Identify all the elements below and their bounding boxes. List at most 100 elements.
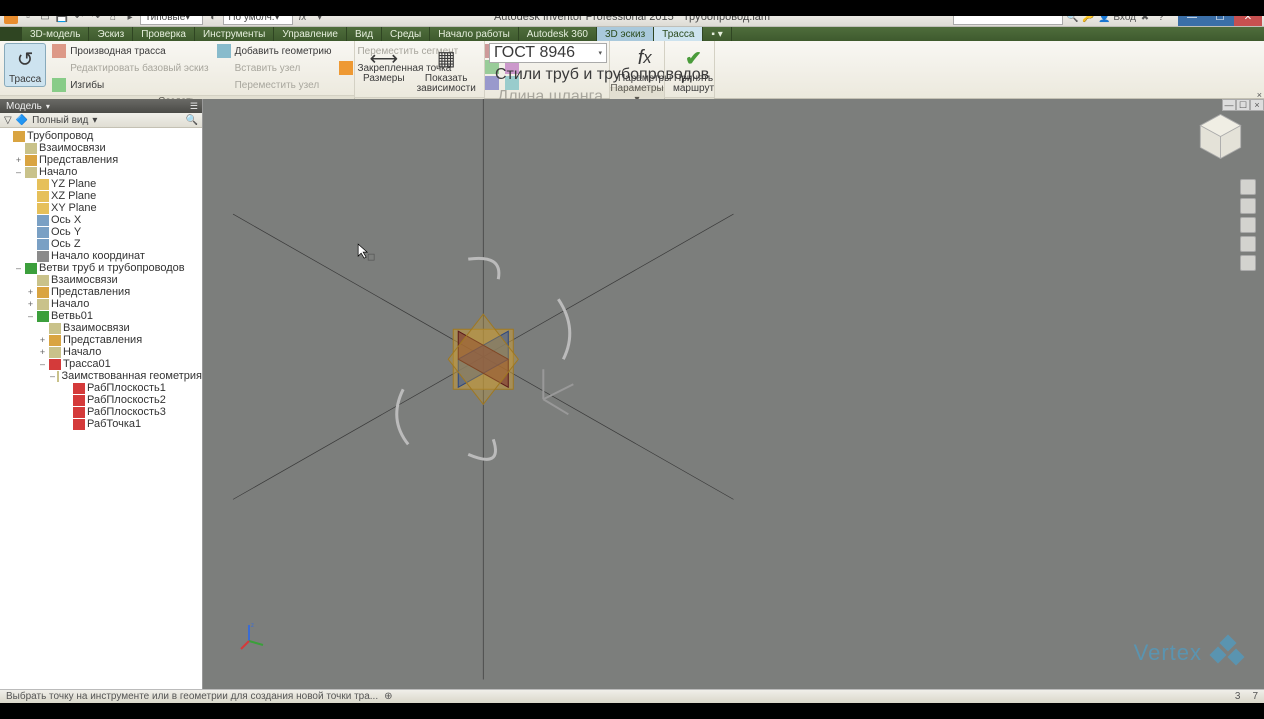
tree-twisty-icon[interactable]: – xyxy=(14,263,23,273)
tree-node[interactable]: РабПлоскость1 xyxy=(0,382,202,394)
tab-3d-sketch[interactable]: 3D эскиз xyxy=(597,27,654,41)
tree-node-label: РабТочка1 xyxy=(87,418,141,430)
tree-node-label: Начало xyxy=(39,166,77,178)
tree-node[interactable]: РабТочка1 xyxy=(0,418,202,430)
tree-twisty-icon[interactable]: – xyxy=(50,371,55,381)
viewcube[interactable] xyxy=(1193,109,1248,164)
nav-lookat-button[interactable] xyxy=(1240,255,1256,271)
edit-base-sketch-button: Редактировать базовый эскиз xyxy=(50,60,210,76)
tree-node-icon xyxy=(37,299,49,310)
browser-filter-bar: ▽ 🔷 Полный вид ▾ 🔍 xyxy=(0,113,202,128)
tree-node[interactable]: Ось X xyxy=(0,214,202,226)
accept-route-button[interactable]: ✔Принятьмаршрут xyxy=(669,43,718,95)
tree-node[interactable]: Ось Y xyxy=(0,226,202,238)
tree-node-label: Начало координат xyxy=(51,250,145,262)
move-seg-icon xyxy=(339,44,353,58)
tree-node[interactable]: Трубопровод xyxy=(0,130,202,142)
tree-node-label: Заимствованная геометрия xyxy=(61,370,202,382)
pipe-styles-button[interactable]: Стили труб и трубопроводов xyxy=(489,65,605,85)
tree-node-label: Ветви труб и трубопроводов xyxy=(39,262,185,274)
model-tree[interactable]: ТрубопроводВзаимосвязи+Представления–Нач… xyxy=(0,128,202,689)
tree-node[interactable]: – Ветвь01 xyxy=(0,310,202,322)
tree-twisty-icon[interactable]: – xyxy=(38,359,47,369)
tab-extra[interactable]: ▪ ▾ xyxy=(703,27,731,41)
tree-twisty-icon[interactable]: + xyxy=(38,335,47,345)
tree-node-label: Взаимосвязи xyxy=(51,274,118,286)
nav-orbit-button[interactable] xyxy=(1240,236,1256,252)
nav-wheel-button[interactable] xyxy=(1240,179,1256,195)
filter-icon[interactable]: ▽ xyxy=(4,115,12,126)
tree-node[interactable]: +Представления xyxy=(0,286,202,298)
tree-node[interactable]: РабПлоскость2 xyxy=(0,394,202,406)
insert-node-icon xyxy=(217,61,231,75)
tree-node[interactable]: – Ветви труб и трубопроводов xyxy=(0,262,202,274)
tree-node[interactable]: YZ Plane xyxy=(0,178,202,190)
tab-inspect[interactable]: Проверка xyxy=(133,27,195,41)
route-label: Трасса xyxy=(9,74,41,85)
tree-twisty-icon[interactable]: + xyxy=(26,299,35,309)
route-button[interactable]: ↺ Трасса xyxy=(4,43,46,87)
tree-node[interactable]: – Начало xyxy=(0,166,202,178)
viewport-canvas[interactable] xyxy=(203,99,1264,680)
tree-node-label: Ветвь01 xyxy=(51,310,93,322)
nav-pan-button[interactable] xyxy=(1240,198,1256,214)
dimensions-button[interactable]: ⟷ Размеры xyxy=(359,43,409,85)
tree-node[interactable]: Взаимосвязи xyxy=(0,142,202,154)
tree-twisty-icon[interactable]: – xyxy=(14,167,23,177)
ribbon: ↺ Трасса Производная трасса Редактироват… xyxy=(0,41,1264,99)
tree-twisty-icon[interactable]: + xyxy=(14,155,23,165)
nav-zoom-button[interactable] xyxy=(1240,217,1256,233)
tree-node-label: XZ Plane xyxy=(51,190,96,202)
tab-tools[interactable]: Инструменты xyxy=(195,27,274,41)
tab-view[interactable]: Вид xyxy=(347,27,382,41)
browser-opts-icon[interactable]: ☰ xyxy=(190,101,198,112)
tree-node[interactable]: –Заимствованная геометрия xyxy=(0,370,202,382)
tree-node[interactable]: Взаимосвязи xyxy=(0,274,202,286)
tree-node-label: YZ Plane xyxy=(51,178,96,190)
filter-label[interactable]: Полный вид xyxy=(32,115,88,126)
tab-sketch[interactable]: Эскиз xyxy=(89,27,133,41)
tree-node[interactable]: +Представления xyxy=(0,334,202,346)
tab-manage[interactable]: Управление xyxy=(274,27,347,41)
derived-route-button[interactable]: Производная трасса xyxy=(50,43,210,59)
status-message: Выбрать точку на инструменте или в геоме… xyxy=(6,691,378,702)
tree-node[interactable]: +Начало xyxy=(0,298,202,310)
tree-twisty-icon[interactable]: + xyxy=(26,287,35,297)
tree-node[interactable]: Взаимосвязи xyxy=(0,322,202,334)
tree-node[interactable]: Начало координат xyxy=(0,250,202,262)
tree-node-icon xyxy=(73,419,85,430)
view-icon[interactable]: 🔷 xyxy=(16,115,28,126)
tab-a360[interactable]: Autodesk 360 xyxy=(519,27,597,41)
tab-env[interactable]: Среды xyxy=(382,27,430,41)
tree-node-icon xyxy=(37,215,49,226)
add-geometry-button[interactable]: Добавить геометрию xyxy=(215,43,334,59)
bends-icon xyxy=(52,78,66,92)
tree-node[interactable]: РабПлоскость3 xyxy=(0,406,202,418)
show-constraints-button[interactable]: ▦ Показать зависимости xyxy=(413,43,480,95)
bends-button[interactable]: Изгибы xyxy=(50,77,210,93)
tree-node[interactable]: Ось Z xyxy=(0,238,202,250)
tree-node-icon xyxy=(25,155,37,166)
tree-node[interactable]: XY Plane xyxy=(0,202,202,214)
tree-twisty-icon[interactable]: + xyxy=(38,347,47,357)
tree-node[interactable]: +Представления xyxy=(0,154,202,166)
tree-node-label: Взаимосвязи xyxy=(63,322,130,334)
svg-text:z: z xyxy=(251,623,254,629)
tree-node-icon xyxy=(49,335,61,346)
tree-node[interactable]: XZ Plane xyxy=(0,190,202,202)
viewport[interactable]: — ☐ × xyxy=(203,99,1264,689)
tree-node[interactable]: +Начало xyxy=(0,346,202,358)
find-icon[interactable]: 🔍 xyxy=(186,115,198,126)
browser-header[interactable]: Модель☰ xyxy=(0,99,202,113)
tree-node-label: Взаимосвязи xyxy=(39,142,106,154)
dimensions-label: Размеры xyxy=(363,73,405,84)
status-bar: Выбрать точку на инструменте или в геоме… xyxy=(0,689,1264,703)
tree-node[interactable]: –Трасса01 xyxy=(0,358,202,370)
tree-node-icon xyxy=(37,203,49,214)
tab-3d-model[interactable]: 3D-модель xyxy=(22,27,89,41)
status-icon[interactable]: ⊕ xyxy=(384,691,392,702)
tab-getstarted[interactable]: Начало работы xyxy=(430,27,519,41)
gost-select[interactable]: ГОСТ 8946▾ xyxy=(489,43,607,63)
tab-route[interactable]: Трасса xyxy=(654,27,703,41)
tree-twisty-icon[interactable]: – xyxy=(26,311,35,321)
